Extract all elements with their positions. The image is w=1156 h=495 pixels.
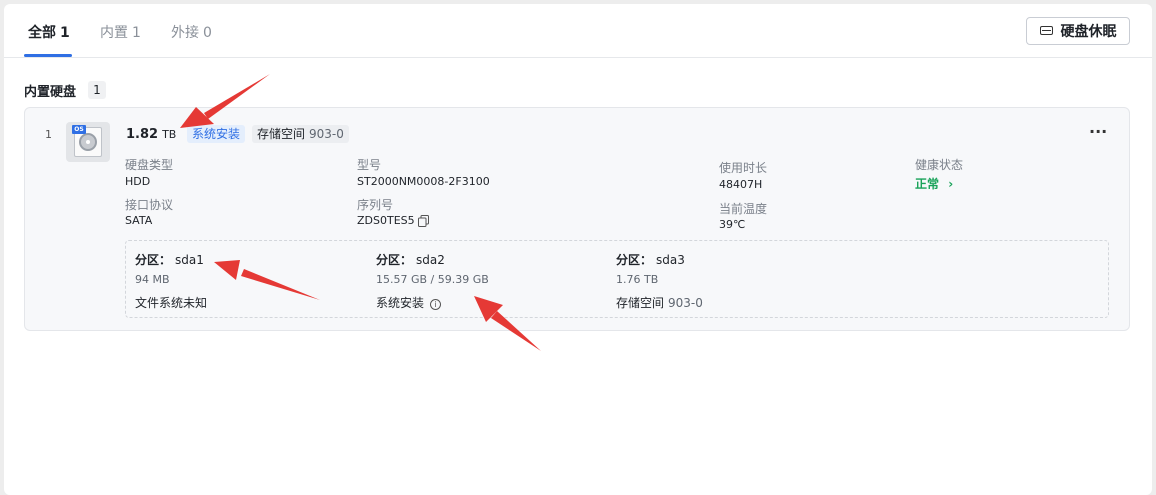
partition-fs-label: 存储空间 (616, 296, 665, 310)
serial-value: ZDS0TES5 (357, 214, 415, 227)
partition-fs-1: 文件系统未知 (135, 294, 207, 311)
disk-sleep-label: 硬盘休眠 (1060, 24, 1117, 40)
disk-filter-tabs: 全部 1 内置 1 外接 0 硬盘休眠 (4, 4, 1152, 58)
partition-fs-2: 系统安装 i (376, 294, 442, 311)
section-count-badge: 1 (88, 81, 106, 99)
partition-title-2: 分区： sda2 (376, 251, 445, 268)
health-label: 健康状态 (915, 158, 964, 172)
partition-fs-label: 文件系统未知 (135, 296, 208, 310)
disk-index: 1 (45, 128, 52, 141)
storage-pool-label: 存储空间 (257, 127, 306, 141)
copy-icon[interactable] (418, 215, 429, 227)
disk-capacity: 1.82 TB (126, 127, 176, 142)
disk-type-label: 硬盘类型 (125, 158, 174, 172)
storage-pool-tag: 存储空间 903-0 (252, 125, 349, 143)
disk-capacity-unit: TB (162, 128, 177, 141)
tab-external-count: 0 (203, 25, 212, 41)
partition-fs-3: 存储空间 903-0 (616, 294, 703, 311)
chevron-right-icon: › (948, 177, 954, 191)
partition-title-label: 分区： (135, 253, 172, 267)
tab-internal-label: 内置 (100, 25, 128, 41)
disk-type-value: HDD (125, 175, 151, 188)
tab-all[interactable]: 全部 1 (28, 22, 70, 42)
more-options-icon[interactable]: ··· (1089, 122, 1107, 141)
partition-title-1: 分区： sda1 (135, 251, 204, 268)
hard-disk-icon: OS (66, 122, 110, 162)
temperature-label: 当前温度 (719, 202, 768, 216)
info-icon[interactable]: i (430, 299, 442, 310)
tab-internal[interactable]: 内置 1 (100, 22, 141, 42)
os-badge: OS (72, 125, 86, 134)
health-status-link[interactable]: 正常 › (915, 175, 953, 192)
active-tab-indicator (24, 54, 72, 57)
partition-size-2: 15.57 GB / 59.39 GB (376, 273, 489, 286)
partition-fs-label: 系统安装 (376, 296, 425, 310)
health-status-value: 正常 (915, 177, 940, 191)
storage-pool-number: 903-0 (309, 127, 344, 141)
partition-fs-number: 903-0 (668, 296, 703, 310)
partition-size-3: 1.76 TB (616, 273, 659, 286)
partition-panel: 分区： sda1 94 MB 文件系统未知 分区： sda2 15.57 GB / … (125, 240, 1109, 318)
partition-name: sda1 (175, 253, 204, 267)
partition-size-1: 94 MB (135, 273, 170, 286)
partition-name: sda3 (656, 253, 685, 267)
partition-title-3: 分区： sda3 (616, 251, 685, 268)
model-label: 型号 (357, 158, 382, 172)
uptime-value: 48407H (719, 178, 763, 191)
system-install-tag: 系统安装 (187, 125, 246, 143)
disk-card: 1 OS 1.82 TB 系统安装 存储空间 903-0 ··· 硬盘类型 HDD … (24, 107, 1130, 331)
partition-name: sda2 (416, 253, 445, 267)
tab-external-label: 外接 (171, 25, 199, 41)
model-value: ST2000NM0008-2F3100 (357, 175, 490, 188)
tab-all-label: 全部 (28, 25, 56, 41)
disk-capacity-value: 1.82 (126, 127, 159, 142)
disk-sleep-button[interactable]: 硬盘休眠 (1026, 17, 1130, 45)
serial-label: 序列号 (357, 198, 394, 212)
tab-external[interactable]: 外接 0 (171, 22, 212, 42)
interface-label: 接口协议 (125, 198, 174, 212)
partition-title-label: 分区： (376, 253, 413, 267)
partition-title-label: 分区： (616, 253, 653, 267)
temperature-value: 39℃ (719, 218, 746, 231)
disk-sleep-icon (1039, 25, 1053, 35)
disk-management-panel: 全部 1 内置 1 外接 0 硬盘休眠 内置硬盘 1 1 OS 1.82 TB 系统安装… (4, 4, 1152, 495)
tab-internal-count: 1 (132, 25, 141, 41)
tab-all-count: 1 (60, 25, 70, 41)
section-title: 内置硬盘 (24, 85, 77, 100)
interface-value: SATA (125, 214, 153, 227)
uptime-label: 使用时长 (719, 161, 768, 175)
